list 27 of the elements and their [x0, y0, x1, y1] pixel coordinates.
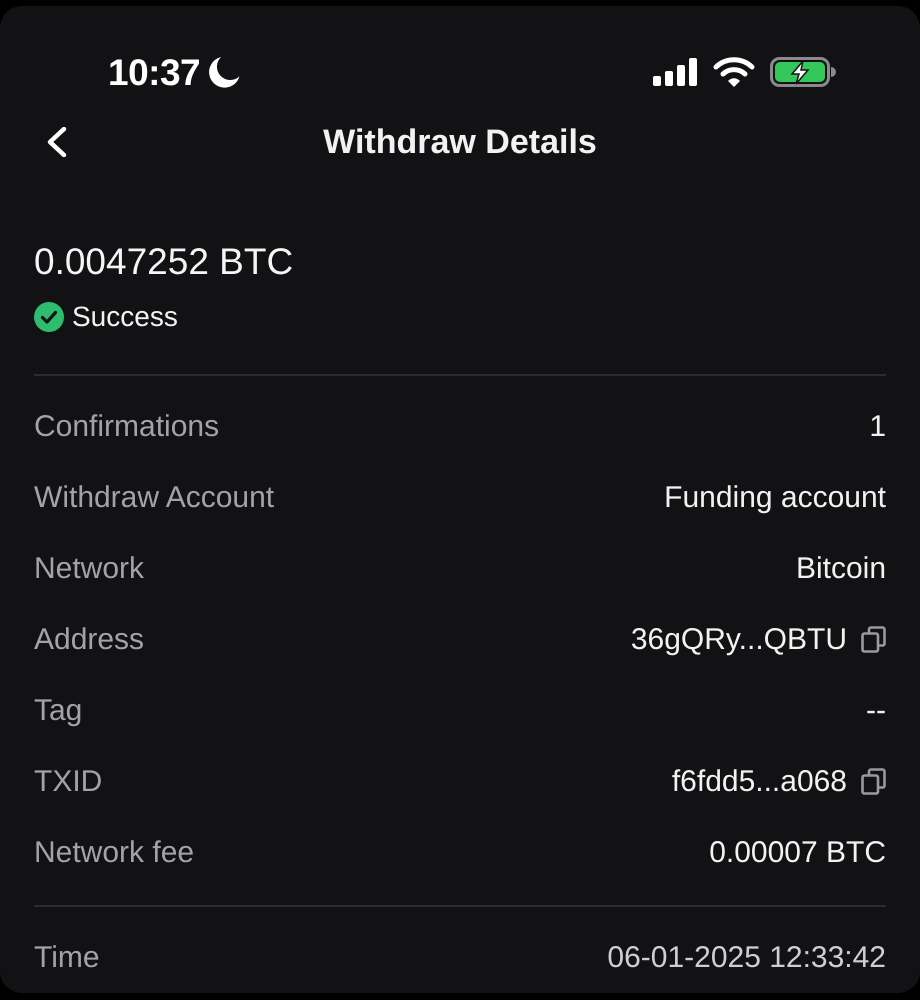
detail-label: Network [34, 551, 144, 587]
copy-icon[interactable] [861, 768, 886, 795]
status-text: Success [72, 300, 178, 334]
detail-label: Network fee [34, 835, 194, 871]
detail-value: 06-01-2025 12:33:42 [607, 940, 886, 976]
status-time: 10:37 [108, 54, 200, 90]
detail-value: Funding account [664, 480, 886, 516]
detail-label: Confirmations [34, 409, 220, 445]
amount-text: 0.0047252 BTC [34, 240, 294, 284]
detail-value: -- [866, 693, 886, 729]
detail-label: Tag [34, 693, 82, 729]
check-circle-icon [34, 302, 64, 332]
detail-value: 1 [869, 409, 886, 445]
detail-value: Bitcoin [796, 551, 886, 587]
detail-value: 0.00007 BTC [709, 835, 886, 871]
detail-value: 36gQRy...QBTU [630, 622, 847, 658]
detail-label: Address [34, 622, 144, 658]
wifi-icon [713, 57, 755, 87]
moon-icon [207, 56, 240, 88]
detail-label: Withdraw Account [34, 480, 274, 516]
copy-icon[interactable] [861, 626, 886, 653]
detail-label: TXID [34, 764, 102, 800]
page-title: Withdraw Details [323, 122, 597, 162]
battery-icon [770, 57, 836, 87]
signal-icon [653, 58, 698, 86]
detail-value: f6fdd5...a068 [672, 764, 847, 800]
detail-label: Time [34, 940, 100, 976]
